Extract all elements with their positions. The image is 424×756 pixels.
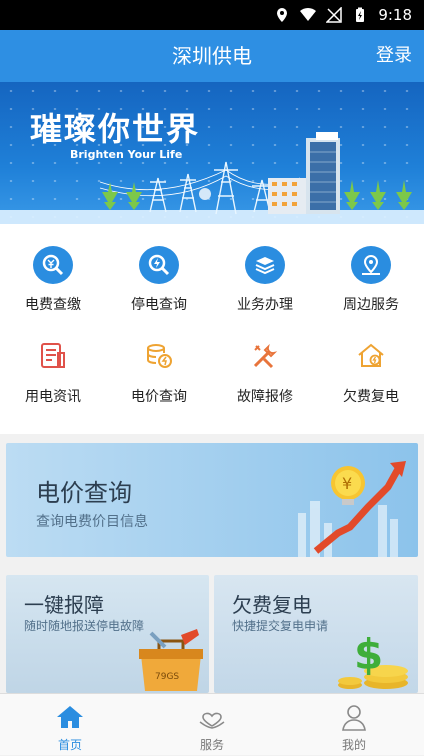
card-title: 电价查询 bbox=[36, 479, 132, 507]
tab-label: 我的 bbox=[341, 738, 366, 752]
service-label: 电价查询 bbox=[131, 389, 187, 405]
bulb-chart-illustration: ¥ bbox=[298, 461, 406, 557]
clock: 9:18 bbox=[378, 6, 412, 24]
price-query-card[interactable]: 电价查询 查询电费价目信息 ¥ bbox=[6, 443, 418, 557]
service-label: 停电查询 bbox=[131, 297, 187, 313]
toolbox-illustration: 79GS bbox=[139, 629, 203, 691]
battery-icon bbox=[356, 7, 365, 22]
bottom-tab-bar: 首页 服务 我的 bbox=[0, 693, 424, 755]
service-price-query[interactable]: 电价查询 bbox=[106, 316, 212, 406]
tab-label: 服务 bbox=[199, 738, 224, 752]
user-icon bbox=[342, 705, 366, 731]
heart-hands-icon bbox=[199, 712, 225, 729]
document-icon bbox=[33, 336, 73, 376]
service-label: 业务办理 bbox=[237, 297, 293, 313]
service-restore-power[interactable]: 欠费复电 bbox=[318, 316, 424, 406]
card-subtitle: 查询电费价目信息 bbox=[36, 514, 148, 530]
svg-text:$: $ bbox=[354, 630, 383, 679]
card-subtitle: 随时随地报送停电故障 bbox=[24, 619, 145, 633]
toolbox-text: 79GS bbox=[155, 672, 179, 682]
no-signal-icon bbox=[326, 7, 343, 23]
home-icon bbox=[57, 706, 83, 728]
tools-icon bbox=[245, 336, 285, 376]
money-illustration: $ bbox=[338, 630, 408, 689]
coins-icon bbox=[139, 336, 179, 376]
service-label: 欠费复电 bbox=[343, 389, 399, 405]
card-title: 欠费复电 bbox=[232, 593, 312, 617]
login-button[interactable]: 登录 bbox=[376, 30, 412, 82]
svg-text:¥: ¥ bbox=[342, 474, 352, 493]
service-repair[interactable]: 故障报修 bbox=[212, 316, 318, 406]
wifi-icon bbox=[300, 7, 317, 22]
tab-label: 首页 bbox=[57, 738, 82, 752]
card-title: 一键报障 bbox=[24, 593, 104, 617]
card-subtitle: 快捷提交复电申请 bbox=[232, 619, 329, 633]
service-business[interactable]: 业务办理 bbox=[212, 224, 318, 314]
service-nearby[interactable]: 周边服务 bbox=[318, 224, 424, 314]
status-bar: 9:18 bbox=[0, 0, 424, 30]
restore-power-card[interactable]: 欠费复电 快捷提交复电申请 $ bbox=[214, 575, 418, 693]
tab-profile[interactable]: 我的 bbox=[284, 694, 424, 756]
banner-scenery bbox=[0, 132, 424, 224]
service-news[interactable]: 用电资讯 bbox=[0, 316, 106, 406]
service-label: 周边服务 bbox=[343, 297, 399, 313]
service-label: 用电资讯 bbox=[25, 389, 81, 405]
service-grid: 电费查缴 停电查询 业务办理 周边服务 用电资讯 电价查询 故障报修 欠费复电 bbox=[0, 224, 424, 434]
service-label: 电费查缴 bbox=[25, 297, 81, 313]
tab-service[interactable]: 服务 bbox=[142, 694, 282, 756]
map-pin-icon bbox=[351, 246, 391, 284]
location-icon bbox=[277, 8, 288, 22]
search-money-icon bbox=[33, 246, 73, 284]
service-outage-query[interactable]: 停电查询 bbox=[106, 224, 212, 314]
service-label: 故障报修 bbox=[237, 389, 293, 405]
page-title: 深圳供电 bbox=[172, 44, 252, 68]
app-bar: 深圳供电 登录 bbox=[0, 30, 424, 82]
layers-icon bbox=[245, 246, 285, 284]
tab-home[interactable]: 首页 bbox=[0, 694, 140, 756]
service-bill-payment[interactable]: 电费查缴 bbox=[0, 224, 106, 314]
lightning-search-icon bbox=[139, 246, 179, 284]
house-power-icon bbox=[351, 336, 391, 376]
fault-report-card[interactable]: 一键报障 随时随地报送停电故障 79GS bbox=[6, 575, 209, 693]
banner[interactable]: 璀璨你世界 Brighten Your Life bbox=[0, 82, 424, 224]
